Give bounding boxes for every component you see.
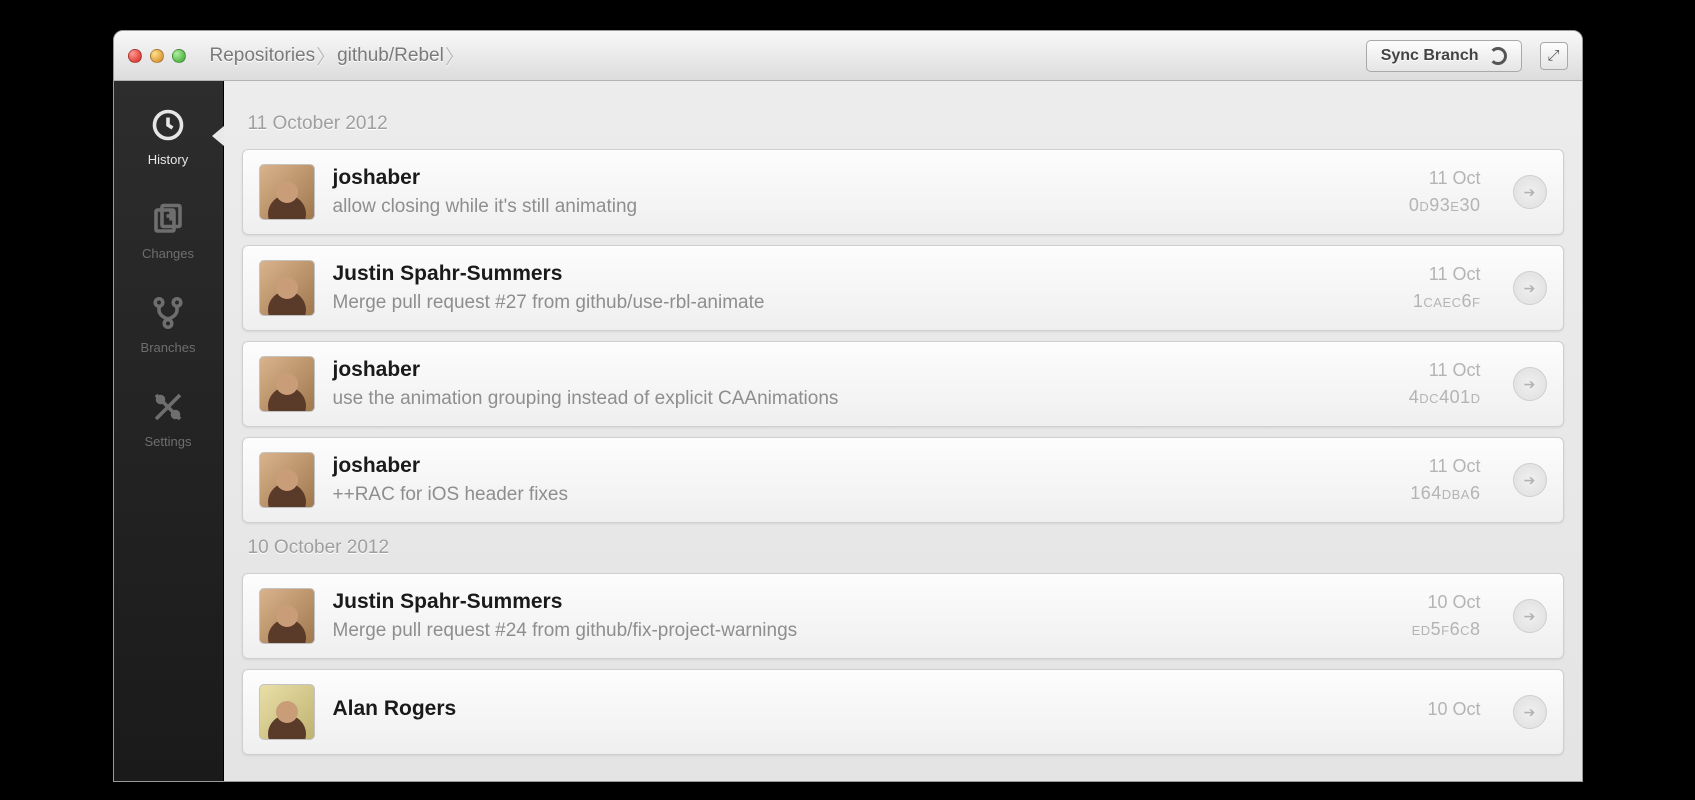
commit-meta: 10 Oct (1371, 699, 1481, 726)
commit-body: joshaber use the animation grouping inste… (333, 358, 1353, 410)
commit-body: Justin Spahr-Summers Merge pull request #… (333, 262, 1353, 314)
expand-commit-button[interactable]: ➔ (1513, 695, 1547, 729)
breadcrumb-repo[interactable]: github/Rebel (333, 45, 448, 67)
sidebar-item-label: Changes (142, 246, 194, 261)
commit-body: joshaber allow closing while it's still a… (333, 166, 1353, 218)
arrow-right-icon: ➔ (1524, 704, 1536, 721)
commit-row[interactable]: Justin Spahr-Summers Merge pull request #… (242, 573, 1564, 659)
arrow-right-icon: ➔ (1524, 376, 1536, 393)
commit-meta: 11 Oct 4dc401d (1371, 360, 1481, 408)
commit-meta: 11 Oct 1caec6f (1371, 264, 1481, 312)
commit-message: ++RAC for iOS header fixes (333, 484, 1353, 506)
settings-icon (150, 389, 186, 428)
commit-author: Justin Spahr-Summers (333, 262, 1353, 286)
commit-author: joshaber (333, 358, 1353, 382)
sidebar-item-branches[interactable]: Branches (114, 277, 223, 371)
expand-commit-button[interactable]: ➔ (1513, 271, 1547, 305)
fullscreen-button[interactable]: ⤢ (1540, 42, 1568, 70)
commit-date: 10 Oct (1427, 699, 1480, 720)
commit-row[interactable]: joshaber allow closing while it's still a… (242, 149, 1564, 235)
app-body: History Changes Branches Settings (114, 81, 1582, 781)
date-header: 11 October 2012 (248, 113, 1564, 135)
sidebar: History Changes Branches Settings (114, 81, 224, 781)
expand-commit-button[interactable]: ➔ (1513, 175, 1547, 209)
commit-meta: 11 Oct 164dba6 (1371, 456, 1481, 504)
avatar (259, 684, 315, 740)
zoom-window-button[interactable] (172, 49, 186, 63)
date-header: 10 October 2012 (248, 537, 1564, 559)
commit-body: joshaber ++RAC for iOS header fixes (333, 454, 1353, 506)
commit-body: Alan Rogers (333, 697, 1353, 727)
breadcrumb-root[interactable]: Repositories (206, 45, 320, 67)
commit-date: 11 Oct (1429, 168, 1481, 189)
commit-row[interactable]: Justin Spahr-Summers Merge pull request #… (242, 245, 1564, 331)
commit-sha: 0d93e30 (1409, 195, 1481, 216)
commit-sha: 1caec6f (1413, 291, 1481, 312)
chevron-right-icon: 〉 (448, 43, 462, 69)
changes-icon (150, 201, 186, 240)
branches-icon (150, 295, 186, 334)
commit-message: Merge pull request #24 from github/fix-p… (333, 620, 1353, 642)
commit-sha: ed5f6c8 (1412, 619, 1481, 640)
commit-sha: 164dba6 (1410, 483, 1480, 504)
commit-author: Justin Spahr-Summers (333, 590, 1353, 614)
history-icon (150, 107, 186, 146)
commit-message: allow closing while it's still animating (333, 196, 1353, 218)
close-window-button[interactable] (128, 49, 142, 63)
commit-date: 11 Oct (1429, 456, 1481, 477)
commit-body: Justin Spahr-Summers Merge pull request #… (333, 590, 1353, 642)
expand-commit-button[interactable]: ➔ (1513, 463, 1547, 497)
commit-meta: 11 Oct 0d93e30 (1371, 168, 1481, 216)
expand-commit-button[interactable]: ➔ (1513, 599, 1547, 633)
avatar (259, 588, 315, 644)
sidebar-item-label: History (148, 152, 188, 167)
sidebar-item-changes[interactable]: Changes (114, 183, 223, 277)
app-window: Repositories 〉 github/Rebel 〉 Sync Branc… (113, 30, 1583, 782)
commit-date: 11 Oct (1429, 264, 1481, 285)
commit-message: use the animation grouping instead of ex… (333, 388, 1353, 410)
sync-branch-label: Sync Branch (1381, 47, 1479, 65)
commit-sha: 4dc401d (1409, 387, 1481, 408)
commit-meta: 10 Oct ed5f6c8 (1371, 592, 1481, 640)
breadcrumb: Repositories 〉 github/Rebel 〉 (206, 43, 462, 69)
expand-commit-button[interactable]: ➔ (1513, 367, 1547, 401)
sync-branch-button[interactable]: Sync Branch (1366, 40, 1522, 72)
commit-author: joshaber (333, 454, 1353, 478)
commit-row[interactable]: Alan Rogers 10 Oct ➔ (242, 669, 1564, 755)
sidebar-item-history[interactable]: History (114, 89, 223, 183)
commit-message: Merge pull request #27 from github/use-r… (333, 292, 1353, 314)
traffic-lights (128, 49, 186, 63)
sidebar-item-settings[interactable]: Settings (114, 371, 223, 465)
chevron-right-icon: 〉 (319, 43, 333, 69)
commit-author: joshaber (333, 166, 1353, 190)
avatar (259, 260, 315, 316)
sync-icon (1489, 47, 1507, 65)
history-list: 11 October 2012 joshaber allow closing whi… (224, 81, 1582, 781)
commit-date: 11 Oct (1429, 360, 1481, 381)
titlebar: Repositories 〉 github/Rebel 〉 Sync Branc… (114, 31, 1582, 81)
avatar (259, 356, 315, 412)
avatar (259, 452, 315, 508)
arrow-right-icon: ➔ (1524, 472, 1536, 489)
avatar (259, 164, 315, 220)
minimize-window-button[interactable] (150, 49, 164, 63)
commit-date: 10 Oct (1427, 592, 1480, 613)
sidebar-item-label: Settings (145, 434, 192, 449)
commit-row[interactable]: joshaber ++RAC for iOS header fixes 11 Oct… (242, 437, 1564, 523)
arrow-right-icon: ➔ (1524, 184, 1536, 201)
commit-row[interactable]: joshaber use the animation grouping inste… (242, 341, 1564, 427)
sidebar-item-label: Branches (141, 340, 196, 355)
arrow-right-icon: ➔ (1524, 608, 1536, 625)
arrow-right-icon: ➔ (1524, 280, 1536, 297)
commit-author: Alan Rogers (333, 697, 1353, 721)
